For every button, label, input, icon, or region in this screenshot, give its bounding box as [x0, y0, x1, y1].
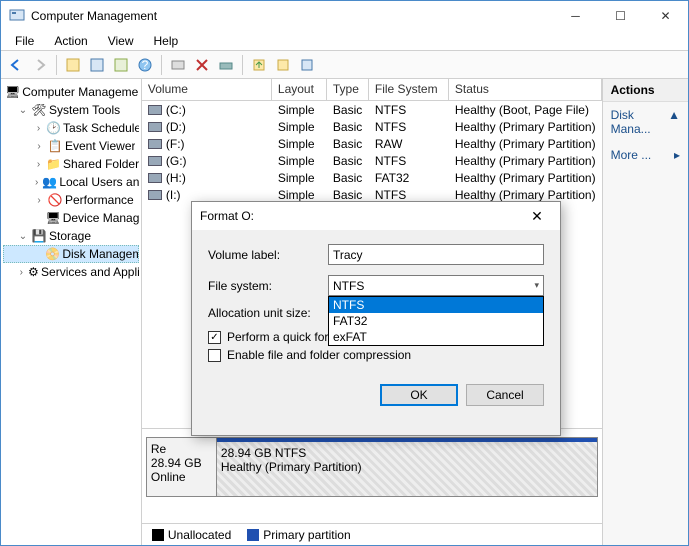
minimize-button[interactable]: ─ — [553, 1, 598, 31]
tree-performance[interactable]: ›🚫Performance — [3, 191, 139, 209]
collapse-icon: ▲ — [668, 108, 680, 136]
volume-row[interactable]: (G:)SimpleBasicNTFSHealthy (Primary Part… — [142, 152, 602, 169]
menu-help[interactable]: Help — [146, 32, 187, 50]
tree-root[interactable]: 🖥Computer Management (Local) — [3, 83, 139, 101]
file-system-label: File system: — [208, 279, 328, 293]
volume-header: Volume Layout Type File System Status — [142, 79, 602, 101]
dialog-titlebar: Format O: ✕ — [192, 202, 560, 230]
disk-graphic-panel: Re 28.94 GB Online 28.94 GB NTFS Healthy… — [142, 428, 602, 523]
toolbar-icon[interactable] — [167, 54, 189, 76]
tree-panel: 🖥Computer Management (Local) ⌄🛠System To… — [1, 79, 142, 545]
svg-text:?: ? — [142, 58, 149, 72]
tree-local-users[interactable]: ›👥Local Users and Groups — [3, 173, 139, 191]
clock-icon: 🕑 — [46, 120, 61, 136]
menu-file[interactable]: File — [7, 32, 42, 50]
menubar: File Action View Help — [1, 31, 688, 51]
window-title: Computer Management — [31, 9, 553, 23]
tree-shared-folders[interactable]: ›📁Shared Folders — [3, 155, 139, 173]
storage-icon: 💾 — [31, 228, 47, 244]
fs-option-fat32[interactable]: FAT32 — [329, 313, 543, 329]
dialog-title: Format O: — [200, 209, 522, 223]
users-icon: 👥 — [42, 174, 57, 190]
back-button[interactable] — [5, 54, 27, 76]
toolbar-icon[interactable] — [86, 54, 108, 76]
actions-disk-management[interactable]: Disk Mana...▲ — [603, 102, 688, 142]
legend-unallocated-swatch — [152, 529, 164, 541]
compression-checkbox[interactable]: Enable file and folder compression — [208, 348, 544, 362]
checkbox-unchecked-icon — [208, 349, 221, 362]
tree-storage[interactable]: ⌄💾Storage — [3, 227, 139, 245]
col-filesystem[interactable]: File System — [369, 79, 449, 100]
forward-button[interactable] — [29, 54, 51, 76]
toolbar-icon[interactable] — [296, 54, 318, 76]
app-icon — [9, 8, 25, 24]
actions-more[interactable]: More ...▸ — [603, 142, 688, 168]
event-icon: 📋 — [47, 138, 63, 154]
disk-partition[interactable]: 28.94 GB NTFS Healthy (Primary Partition… — [217, 438, 597, 496]
close-button[interactable]: ✕ — [643, 1, 688, 31]
device-icon: 🖥 — [45, 210, 60, 226]
computer-icon: 🖥 — [5, 84, 20, 100]
dialog-close-button[interactable]: ✕ — [522, 208, 552, 225]
format-dialog: Format O: ✕ Volume label: File system: N… — [191, 201, 561, 436]
tree-disk-management[interactable]: 📀Disk Management — [3, 245, 139, 263]
menu-view[interactable]: View — [100, 32, 142, 50]
actions-title: Actions — [603, 79, 688, 102]
tree-task-scheduler[interactable]: ›🕑Task Scheduler — [3, 119, 139, 137]
file-system-dropdown: NTFS FAT32 exFAT — [328, 296, 544, 346]
volume-row[interactable]: (F:)SimpleBasicRAWHealthy (Primary Parti… — [142, 135, 602, 152]
volume-row[interactable]: (D:)SimpleBasicNTFSHealthy (Primary Part… — [142, 118, 602, 135]
tree-services[interactable]: ›⚙Services and Applications — [3, 263, 139, 281]
services-icon: ⚙ — [28, 264, 39, 280]
perf-icon: 🚫 — [47, 192, 63, 208]
help-icon[interactable]: ? — [134, 54, 156, 76]
ok-button[interactable]: OK — [380, 384, 458, 406]
disk-header[interactable]: Re 28.94 GB Online — [147, 438, 217, 496]
tools-icon: 🛠 — [31, 102, 47, 118]
toolbar-icon[interactable] — [110, 54, 132, 76]
col-volume[interactable]: Volume — [142, 79, 272, 100]
col-layout[interactable]: Layout — [272, 79, 327, 100]
folder-icon: 📁 — [46, 156, 61, 172]
toolbar-icon[interactable] — [62, 54, 84, 76]
volume-row[interactable]: (C:)SimpleBasicNTFSHealthy (Boot, Page F… — [142, 101, 602, 118]
file-system-value: NTFS — [333, 279, 364, 293]
disk-icon: 📀 — [45, 246, 60, 262]
col-status[interactable]: Status — [449, 79, 602, 100]
tree-event-viewer[interactable]: ›📋Event Viewer — [3, 137, 139, 155]
actions-panel: Actions Disk Mana...▲ More ...▸ — [603, 79, 688, 545]
volume-row[interactable]: (H:)SimpleBasicFAT32Healthy (Primary Par… — [142, 169, 602, 186]
file-system-combo[interactable]: NTFS ▾ — [328, 275, 544, 296]
volume-label-label: Volume label: — [208, 248, 328, 262]
legend: Unallocated Primary partition — [142, 523, 602, 545]
chevron-right-icon: ▸ — [674, 148, 680, 162]
legend-primary-label: Primary partition — [263, 528, 350, 542]
col-type[interactable]: Type — [327, 79, 369, 100]
compression-label: Enable file and folder compression — [227, 348, 411, 362]
menu-action[interactable]: Action — [46, 32, 95, 50]
volume-label-input[interactable] — [328, 244, 544, 265]
allocation-size-label: Allocation unit size: — [208, 306, 328, 320]
fs-option-exfat[interactable]: exFAT — [329, 329, 543, 345]
checkbox-checked-icon: ✓ — [208, 331, 221, 344]
cancel-button[interactable]: Cancel — [466, 384, 544, 406]
toolbar-icon[interactable] — [272, 54, 294, 76]
maximize-button[interactable]: ☐ — [598, 1, 643, 31]
tree-device-manager[interactable]: 🖥Device Manager — [3, 209, 139, 227]
delete-icon[interactable] — [191, 54, 213, 76]
titlebar: Computer Management ─ ☐ ✕ — [1, 1, 688, 31]
chevron-down-icon: ▾ — [534, 280, 539, 291]
tree-system-tools[interactable]: ⌄🛠System Tools — [3, 101, 139, 119]
toolbar: ? — [1, 51, 688, 79]
toolbar-icon[interactable] — [215, 54, 237, 76]
fs-option-ntfs[interactable]: NTFS — [329, 297, 543, 313]
legend-unallocated-label: Unallocated — [168, 528, 231, 542]
legend-primary-swatch — [247, 529, 259, 541]
toolbar-icon[interactable] — [248, 54, 270, 76]
